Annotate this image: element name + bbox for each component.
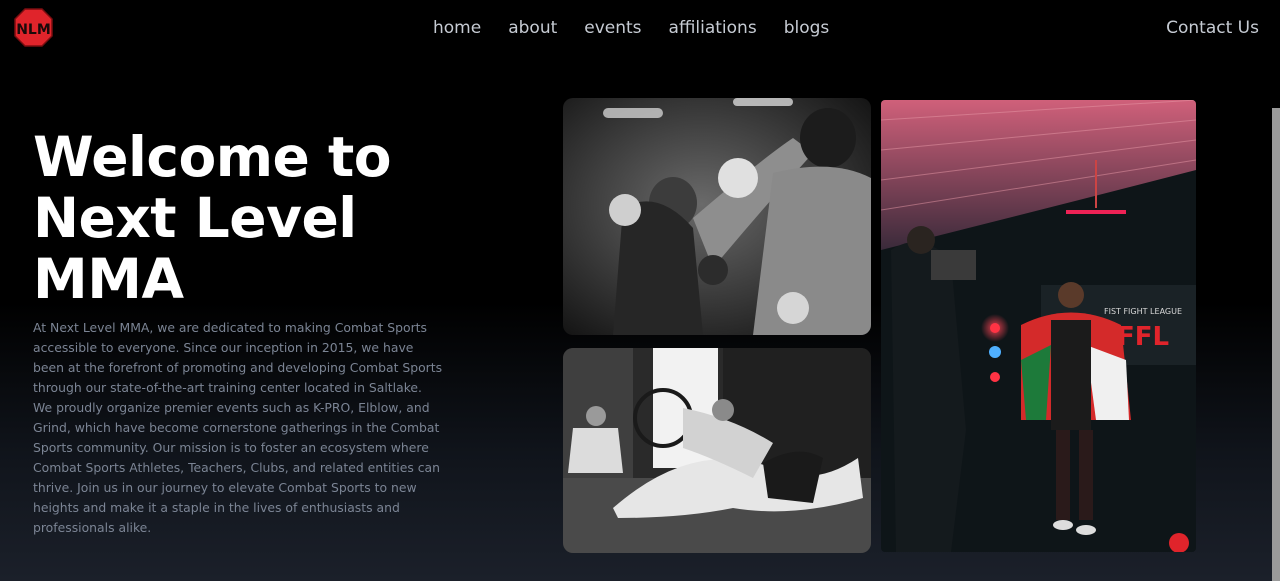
nav-link-blogs[interactable]: blogs <box>784 17 830 39</box>
nav-link-events[interactable]: events <box>584 17 641 39</box>
svg-text:FIST FIGHT LEAGUE: FIST FIGHT LEAGUE <box>1104 307 1182 316</box>
fighter-walkout-photo: FIST FIGHT LEAGUE FFL <box>881 100 1196 552</box>
hero-description: At Next Level MMA, we are dedicated to m… <box>33 320 443 535</box>
svg-text:FFL: FFL <box>1117 322 1169 352</box>
jiu-jitsu-photo <box>563 348 871 553</box>
nav-link-about[interactable]: about <box>508 17 557 39</box>
hero-title: Welcome to Next Level MMA <box>33 125 392 311</box>
page-scrollbar[interactable] <box>1272 108 1280 581</box>
contact-us-link[interactable]: Contact Us <box>1166 17 1259 39</box>
nav-link-affiliations[interactable]: affiliations <box>669 17 757 39</box>
top-nav: NLM home about events affiliations blogs… <box>0 0 1280 56</box>
svg-text:NLM: NLM <box>16 22 51 38</box>
nav-links: home about events affiliations blogs <box>433 17 829 39</box>
logo-icon[interactable]: NLM <box>14 8 53 47</box>
kickboxing-photo <box>563 98 871 335</box>
nav-link-home[interactable]: home <box>433 17 481 39</box>
